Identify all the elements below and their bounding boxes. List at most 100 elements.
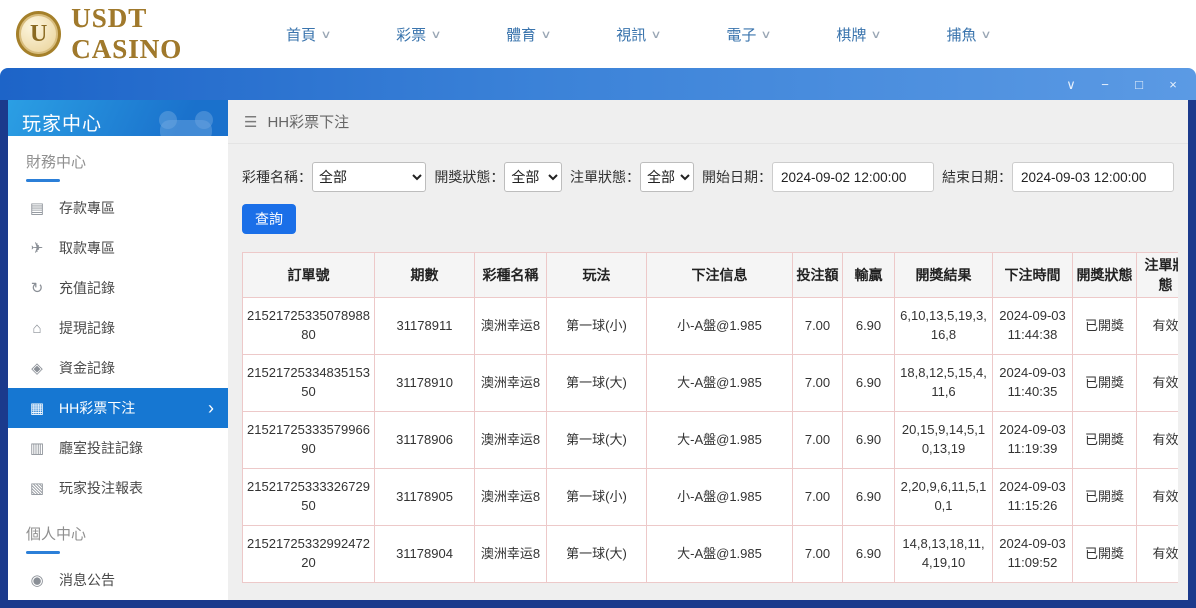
nav-item-lottery[interactable]: 彩票 ∨ [396, 24, 440, 45]
nav-item-label: 首頁 [286, 24, 316, 45]
top-nav: 首頁∨彩票∨體育∨視訊∨電子∨棋牌∨捕魚∨ [286, 24, 991, 45]
chevron-down-icon: ∨ [541, 28, 552, 41]
table-cell: 已開獎 [1073, 355, 1137, 412]
table-cell: 31178911 [375, 298, 475, 355]
end-date-input[interactable] [1012, 162, 1174, 192]
sidebar-item-recharge-record[interactable]: ↻ 充值記錄 [8, 268, 228, 308]
column-header: 投注額 [793, 253, 843, 298]
sidebar-item-label: 提現記錄 [59, 318, 115, 338]
table-cell: 31178905 [375, 469, 475, 526]
table-cell: 2152172533357996690 [243, 412, 375, 469]
sidebar-item-label: 資金記錄 [59, 358, 115, 378]
page-title: HH彩票下注 [267, 111, 349, 132]
bets-table-wrap: 訂單號期數彩種名稱玩法下注信息投注額輸贏開獎結果下注時間開獎狀態注單狀態 215… [242, 252, 1178, 600]
sidebar-item-withdraw-area[interactable]: ✈取款專區 [8, 228, 228, 268]
table-cell: 2152172533483515350 [243, 355, 375, 412]
sidebar-item-hh-lottery-bets[interactable]: ▦HH彩票下注› [8, 388, 228, 428]
sidebar-item-funds-record[interactable]: ◈資金記錄 [8, 348, 228, 388]
table-cell: 20,15,9,14,5,10,13,19 [895, 412, 993, 469]
sidebar-item-room-bet-record[interactable]: ▥ 廳室投註記錄 [8, 428, 228, 468]
minimize-icon[interactable]: − [1098, 78, 1112, 91]
player-bet-report-icon: ▧ [28, 479, 46, 497]
table-cell: 大-A盤@1.985 [647, 355, 793, 412]
order-status-select[interactable]: 全部 [640, 162, 694, 192]
table-cell: 6,10,13,5,19,3,16,8 [895, 298, 993, 355]
maximize-icon[interactable]: □ [1132, 78, 1146, 91]
nav-item-cards[interactable]: 棋牌∨ [836, 24, 880, 45]
table-cell: 澳洲幸运8 [475, 298, 547, 355]
lottery-filter-label: 彩種名稱： [242, 167, 312, 187]
start-date-label: 開始日期： [702, 167, 772, 187]
table-cell: 7.00 [793, 469, 843, 526]
table-row: 215217253348351535031178910澳洲幸运8第一球(大)大-… [243, 355, 1179, 412]
nav-item-sports[interactable]: 體育∨ [506, 24, 550, 45]
sidebar-item-message-notice[interactable]: ◉消息公告 [8, 560, 228, 600]
window-body: 玩家中心 PLAYERS CENTER 財務中心▤存款專區✈取款專區↻充值記錄⌂… [0, 100, 1196, 608]
sidebar-item-label: HH彩票下注 [59, 398, 135, 418]
chevron-down-icon: ∨ [430, 28, 441, 41]
table-cell: 7.00 [793, 526, 843, 583]
collapse-icon[interactable]: ∨ [1064, 78, 1078, 91]
table-cell: 2024-09-03 11:44:38 [993, 298, 1073, 355]
table-cell: 31178904 [375, 526, 475, 583]
table-cell: 澳洲幸运8 [475, 355, 547, 412]
deposit-area-icon: ▤ [28, 199, 46, 217]
nav-item-video[interactable]: 視訊∨ [616, 24, 660, 45]
query-button[interactable]: 查詢 [242, 204, 296, 234]
room-bet-record-icon: ▥ [28, 439, 46, 457]
table-cell: 有效 [1137, 469, 1179, 526]
table-cell: 第一球(大) [547, 355, 647, 412]
table-cell: 大-A盤@1.985 [647, 412, 793, 469]
draw-status-select[interactable]: 全部 [504, 162, 562, 192]
column-header: 開獎狀態 [1073, 253, 1137, 298]
sidebar-item-label: 廳室投註記錄 [59, 438, 143, 458]
nav-item-home[interactable]: 首頁∨ [286, 24, 330, 45]
order-status-filter-label: 注單狀態： [570, 167, 640, 187]
sidebar-item-label: 取款專區 [59, 238, 115, 258]
table-cell: 2024-09-03 11:15:26 [993, 469, 1073, 526]
table-cell: 2152172533507898880 [243, 298, 375, 355]
table-cell: 6.90 [843, 412, 895, 469]
column-header: 注單狀態 [1137, 253, 1179, 298]
nav-item-label: 棋牌 [836, 24, 866, 45]
nav-item-fishing[interactable]: 捕魚∨ [946, 24, 990, 45]
table-cell: 小-A盤@1.985 [647, 469, 793, 526]
sidebar-item-player-bet-report[interactable]: ▧玩家投注報表 [8, 468, 228, 508]
table-cell: 7.00 [793, 298, 843, 355]
top-site-bar: U USDT CASINO 首頁∨彩票∨體育∨視訊∨電子∨棋牌∨捕魚∨ [0, 0, 1196, 68]
main-content: ☰ HH彩票下注 彩種名稱： 全部 開獎狀態： 全部 注單狀態： [228, 100, 1188, 600]
section-label: 個人中心 [8, 508, 228, 560]
sidebar: 玩家中心 PLAYERS CENTER 財務中心▤存款專區✈取款專區↻充值記錄⌂… [8, 100, 228, 600]
table-cell: 有效 [1137, 526, 1179, 583]
table-cell: 有效 [1137, 412, 1179, 469]
chevron-down-icon: ∨ [761, 28, 772, 41]
table-cell: 已開獎 [1073, 526, 1137, 583]
close-icon[interactable]: × [1166, 78, 1180, 91]
table-cell: 大-A盤@1.985 [647, 526, 793, 583]
column-header: 玩法 [547, 253, 647, 298]
sidebar-item-label: 充值記錄 [59, 278, 115, 298]
hamburger-icon[interactable]: ☰ [244, 113, 257, 131]
table-cell: 澳洲幸运8 [475, 469, 547, 526]
nav-item-label: 彩票 [396, 24, 426, 45]
sidebar-item-cashout-record[interactable]: ⌂提現記錄 [8, 308, 228, 348]
start-date-input[interactable] [772, 162, 934, 192]
sidebar-item-deposit-area[interactable]: ▤存款專區 [8, 188, 228, 228]
table-cell: 已開獎 [1073, 469, 1137, 526]
page-header: ☰ HH彩票下注 [228, 100, 1188, 144]
column-header: 訂單號 [243, 253, 375, 298]
column-header: 下注信息 [647, 253, 793, 298]
window-titlebar[interactable]: ∨ − □ × [0, 68, 1196, 100]
table-cell: 第一球(小) [547, 298, 647, 355]
sidebar-menu: 財務中心▤存款專區✈取款專區↻充值記錄⌂提現記錄◈資金記錄▦HH彩票下注›▥廳室… [8, 136, 228, 600]
table-cell: 6.90 [843, 469, 895, 526]
lottery-select[interactable]: 全部 [312, 162, 426, 192]
table-cell: 6.90 [843, 298, 895, 355]
table-cell: 7.00 [793, 355, 843, 412]
site-logo[interactable]: U USDT CASINO [0, 3, 262, 65]
message-notice-icon: ◉ [28, 571, 46, 589]
table-cell: 6.90 [843, 526, 895, 583]
table-cell: 2024-09-03 11:19:39 [993, 412, 1073, 469]
recharge-record-icon: ↻ [28, 279, 46, 297]
nav-item-slots[interactable]: 電子∨ [726, 24, 770, 45]
